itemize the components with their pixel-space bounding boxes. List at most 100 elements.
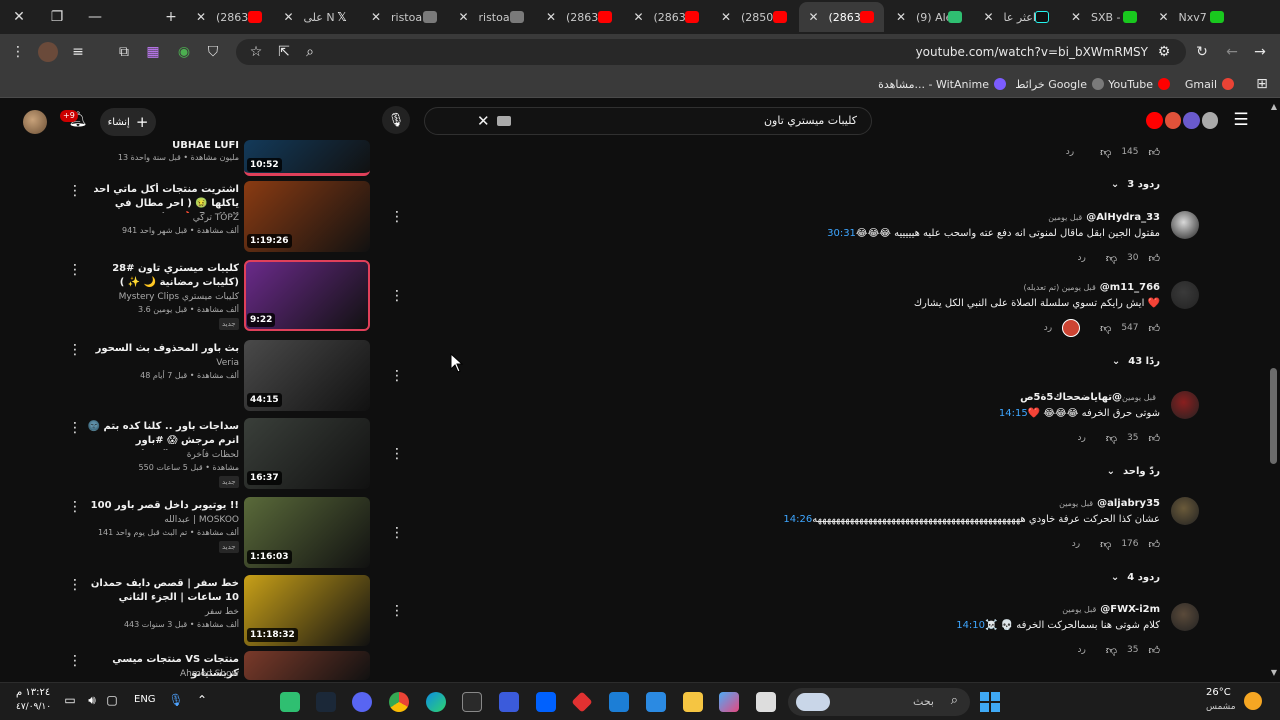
- tab-close-icon[interactable]: ✕: [896, 10, 910, 24]
- dislike-icon[interactable]: 👎︎: [1106, 644, 1117, 657]
- bookmark-item[interactable]: YouTube: [1108, 76, 1170, 92]
- video-title[interactable]: UBHAE LUFI: [84, 139, 239, 153]
- reply-button[interactable]: رد: [1066, 147, 1074, 157]
- clock-date[interactable]: ٤٧/٠٩/١٠: [16, 702, 51, 712]
- video-title[interactable]: 100 يوتيوبر داخل قصر باور !!: [84, 499, 239, 513]
- replies-toggle[interactable]: ⌄ 43 ردًا: [1112, 356, 1160, 367]
- account-avatar[interactable]: [23, 110, 47, 134]
- commenter-avatar[interactable]: [1171, 281, 1199, 309]
- browser-menu-icon[interactable]: ⋮: [8, 42, 28, 62]
- comment-author-name[interactable]: @FWX-i2m: [1100, 604, 1160, 615]
- more-actions-icon[interactable]: ⋮: [390, 288, 404, 304]
- like-icon[interactable]: 👍︎: [1149, 146, 1161, 159]
- windows-start-icon[interactable]: [980, 692, 1000, 712]
- forward-icon[interactable]: →: [1250, 42, 1270, 62]
- like-icon[interactable]: 👍︎: [1149, 432, 1161, 445]
- weather-condition[interactable]: مشمس: [1206, 702, 1236, 712]
- app-icon[interactable]: [756, 692, 776, 712]
- more-actions-icon[interactable]: ⋮: [390, 525, 404, 541]
- replies-toggle[interactable]: ⌄ 4 ردود: [1111, 572, 1160, 583]
- tab-close-icon[interactable]: ✕: [634, 10, 648, 24]
- window-restore-button[interactable]: ❐: [38, 0, 76, 34]
- outlook-icon[interactable]: [609, 692, 629, 712]
- dislike-icon[interactable]: 👎︎: [1100, 538, 1111, 551]
- like-icon[interactable]: 👍︎: [1149, 322, 1161, 335]
- volume-icon[interactable]: 🔊︎: [84, 693, 100, 709]
- youtube-logo[interactable]: [1146, 112, 1218, 130]
- vpn-extension-icon[interactable]: ◉: [174, 42, 194, 62]
- search-input[interactable]: ✕ كليبات ميستري تاون: [424, 107, 872, 135]
- scroll-up-arrow-icon[interactable]: ▲: [1269, 102, 1279, 112]
- discord-icon[interactable]: [352, 692, 372, 712]
- tab-close-icon[interactable]: ✕: [371, 10, 385, 24]
- more-actions-icon[interactable]: ⋮: [390, 603, 404, 619]
- comment-timestamp-link[interactable]: 14:26: [783, 514, 812, 525]
- reload-icon[interactable]: ↻: [1192, 42, 1212, 62]
- comment-author[interactable]: قبل يومين @aljabry35: [1059, 498, 1160, 509]
- window-close-button[interactable]: ✕: [0, 0, 38, 34]
- reply-button[interactable]: رد: [1078, 253, 1086, 263]
- create-button[interactable]: إنشاء +: [100, 108, 156, 136]
- bookmark-item[interactable]: مشاهدة... - WitAnime: [878, 76, 1006, 92]
- taskbar-search[interactable]: بحث ⌕: [788, 688, 970, 716]
- tab-close-icon[interactable]: ✕: [284, 10, 298, 24]
- browser-tab[interactable]: ✕ اعثر عا: [974, 2, 1060, 32]
- channel-name[interactable]: تركي TOPZ: [84, 213, 239, 223]
- extensions-icon[interactable]: ⧉: [114, 42, 134, 62]
- share-icon[interactable]: ⇱: [274, 42, 294, 62]
- steam-icon[interactable]: [316, 692, 336, 712]
- video-title[interactable]: خط سفر | قصص دايف حمدان 10 ساعات | الجزء…: [84, 577, 239, 605]
- tab-close-icon[interactable]: ✕: [546, 10, 560, 24]
- display-icon[interactable]: ▢: [104, 693, 120, 709]
- browser-tab[interactable]: ✕ ristoar: [361, 2, 447, 32]
- comment-author-name[interactable]: @تهاياضححاك5ة5ص: [1020, 392, 1122, 403]
- back-icon[interactable]: ←: [1222, 42, 1242, 62]
- dropbox-icon[interactable]: [536, 692, 556, 712]
- reply-button[interactable]: رد: [1072, 539, 1080, 549]
- browser-tab[interactable]: ✕ (2863): [624, 2, 710, 32]
- browser-tab[interactable]: ✕ (2863): [536, 2, 622, 32]
- extension-icon[interactable]: ▦: [143, 42, 163, 62]
- comment-author[interactable]: قبل يومين @FWX-i2m: [1062, 604, 1160, 615]
- scroll-down-arrow-icon[interactable]: ▼: [1269, 668, 1279, 678]
- tab-close-icon[interactable]: ✕: [721, 10, 735, 24]
- comment-author[interactable]: قبل يومين (تم تعديله) @m11_766: [1023, 282, 1160, 293]
- channel-name[interactable]: Veria: [84, 358, 239, 368]
- more-actions-icon[interactable]: ⋮: [390, 209, 404, 225]
- keyboard-icon[interactable]: [497, 116, 511, 126]
- app-icon[interactable]: [571, 691, 593, 713]
- bookmark-star-icon[interactable]: ☆: [246, 42, 266, 62]
- video-thumbnail[interactable]: [244, 651, 370, 680]
- new-tab-button[interactable]: +: [152, 0, 190, 34]
- channel-name[interactable]: Mystery Clips كليبات ميستري: [84, 292, 239, 302]
- clear-search-icon[interactable]: ✕: [477, 112, 490, 130]
- apps-grid-icon[interactable]: ⊞: [1252, 74, 1272, 94]
- more-actions-icon[interactable]: ⋮: [68, 499, 82, 515]
- more-actions-icon[interactable]: ⋮: [68, 420, 82, 436]
- more-actions-icon[interactable]: ⋮: [390, 446, 404, 462]
- tab-close-icon[interactable]: ✕: [1159, 10, 1173, 24]
- search-lens-icon[interactable]: ⌕: [300, 42, 320, 62]
- browser-tab[interactable]: ✕ (2850): [711, 2, 797, 32]
- browser-tab[interactable]: ✕ (9) Ale: [886, 2, 972, 32]
- store-icon[interactable]: [646, 692, 666, 712]
- sun-icon[interactable]: [1244, 692, 1262, 710]
- comment-timestamp-link[interactable]: 14:10: [956, 620, 985, 631]
- dislike-icon[interactable]: 👎︎: [1106, 432, 1117, 445]
- comment-author[interactable]: قبل يومين @AlHydra_33: [1048, 212, 1160, 223]
- like-icon[interactable]: 👍︎: [1149, 252, 1161, 265]
- commenter-avatar[interactable]: [1171, 497, 1199, 525]
- commenter-avatar[interactable]: [1171, 391, 1199, 419]
- browser-tab[interactable]: ✕ (2863): [186, 2, 272, 32]
- scrollbar-thumb[interactable]: [1270, 368, 1277, 464]
- dislike-icon[interactable]: 👎︎: [1106, 252, 1117, 265]
- comment-timestamp-link[interactable]: 14:15: [999, 408, 1028, 419]
- edge-icon[interactable]: [426, 692, 446, 712]
- comment-author[interactable]: قبل يومين@تهاياضححاك5ة5ص: [1020, 392, 1160, 403]
- channel-name[interactable]: خط سفر: [84, 607, 239, 617]
- epic-games-icon[interactable]: [462, 692, 482, 712]
- channel-name[interactable]: عبدالله | MOSKOO: [84, 515, 239, 525]
- browser-tab[interactable]: ✕ (2863): [798, 2, 884, 32]
- reply-button[interactable]: رد: [1078, 645, 1086, 655]
- reply-button[interactable]: رد: [1078, 433, 1086, 443]
